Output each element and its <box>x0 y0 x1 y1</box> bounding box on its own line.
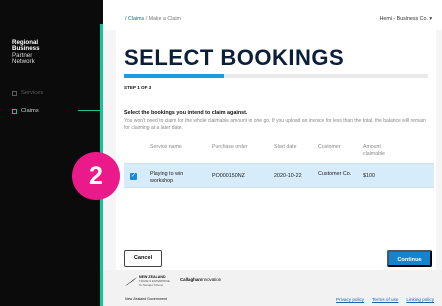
breadcrumb-claims-link[interactable]: / Claims <box>125 16 144 22</box>
main-content: / Claims / Make a Claim Hemi - Business … <box>103 0 442 306</box>
callaghan-rest: Innovation <box>200 277 222 282</box>
header-customer: Customer <box>318 144 341 150</box>
footer-links: Privacy policy Terms of use Linking poli… <box>336 297 434 302</box>
logo-line-4: Network <box>12 58 35 66</box>
app: Regional Business Partner Network Servic… <box>0 0 442 306</box>
instruction-heading: Select the bookings you intend to claim … <box>124 110 248 116</box>
fern-icon <box>125 277 137 286</box>
claim-card: SELECT BOOKINGS STEP 1 OF 3 Select the b… <box>116 30 436 270</box>
list-icon <box>12 90 17 96</box>
linking-policy-link[interactable]: Linking policy <box>406 297 434 302</box>
row-checkbox[interactable]: ✓ <box>130 173 137 180</box>
table-row[interactable]: ✓ Playing to win workshop PO000150NZ 202… <box>124 163 434 188</box>
top-bar: / Claims / Make a Claim Hemi - Business … <box>103 0 442 30</box>
sidebar-item-label: Claims <box>21 108 39 114</box>
header-amount-claimable: Amount claimable <box>363 144 385 157</box>
step-annotation-badge: 2 <box>72 152 120 200</box>
header-start-date: Start date <box>274 144 297 150</box>
sidebar-item-claims[interactable]: Claims <box>12 108 110 114</box>
nzte-logo[interactable]: NEW ZEALAND TRADE & ENTERPRISE Te Taurap… <box>125 275 185 289</box>
step-progress-bar <box>124 74 428 78</box>
privacy-policy-link[interactable]: Privacy policy <box>336 297 364 302</box>
document-icon <box>12 108 17 114</box>
cell-service-name: Playing to win workshop <box>150 171 184 184</box>
continue-button[interactable]: Continue <box>387 250 432 267</box>
cell-purchase-order: PO000150NZ <box>212 173 245 179</box>
nz-government-logo: New Zealand Government <box>125 297 167 301</box>
table-header: Service name Purchase order Start date C… <box>124 142 434 164</box>
header-service-name: Service name <box>150 144 182 150</box>
cancel-button[interactable]: Cancel <box>124 250 162 267</box>
breadcrumb-current: / Make a Claim <box>145 16 181 22</box>
rbpn-logo[interactable]: Regional Business Partner Network <box>12 39 82 66</box>
cell-customer: Customer Co. <box>318 171 352 177</box>
header-purchase-order: Purchase order <box>212 144 248 150</box>
callaghan-logo[interactable]: CallaghanInnovation <box>180 277 221 282</box>
page-title: SELECT BOOKINGS <box>124 45 345 70</box>
cell-amount: $100 <box>363 173 375 179</box>
callaghan-bold: Callaghan <box>180 277 201 282</box>
terms-of-use-link[interactable]: Terms of use <box>372 297 398 302</box>
breadcrumb: / Claims / Make a Claim <box>125 16 181 22</box>
footer: NEW ZEALAND TRADE & ENTERPRISE Te Taurap… <box>103 270 442 306</box>
progress-fill <box>124 74 225 78</box>
cell-start-date: 2020-10-22 <box>274 173 302 179</box>
instruction-note: You won't need to claim for the whole cl… <box>124 118 426 131</box>
nzte-text: NEW ZEALAND TRADE & ENTERPRISE Te Taurap… <box>139 275 170 287</box>
check-icon: ✓ <box>130 173 137 179</box>
step-label: STEP 1 OF 3 <box>124 85 152 90</box>
user-menu[interactable]: Hemi - Business Co. ▾ <box>380 16 432 22</box>
nzte-line-3: Te Taurapa Tūhono <box>139 282 163 287</box>
sidebar-item-label: Services <box>21 90 44 96</box>
sidebar-item-services[interactable]: Services <box>12 90 43 96</box>
